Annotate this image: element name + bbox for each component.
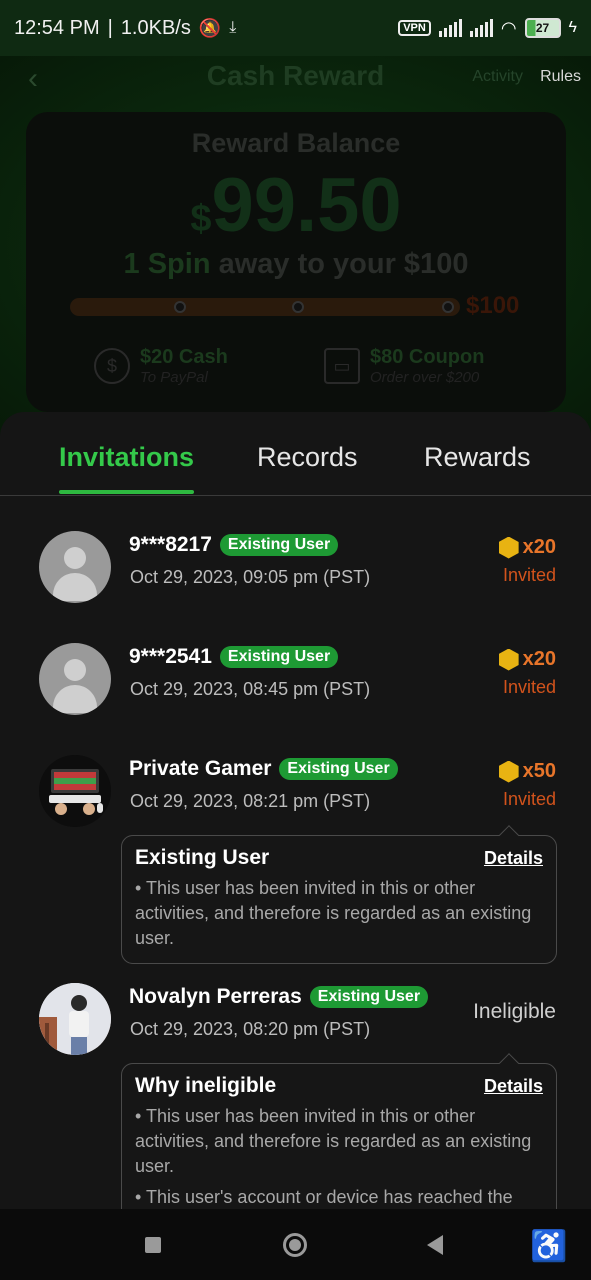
photo-avatar-icon bbox=[39, 983, 111, 1055]
invitations-sheet: Invitations Records Rewards 9***8217 Exis… bbox=[0, 412, 591, 1209]
wifi-icon: ◠ bbox=[500, 17, 517, 38]
reward-count: x20 bbox=[498, 648, 556, 671]
list-item[interactable]: Novalyn Perreras Existing User Oct 29, 20… bbox=[0, 966, 591, 1066]
spin-highlight: 1 Spin bbox=[123, 248, 211, 280]
perk-cash-text: $20 Cash To PayPal bbox=[140, 346, 228, 386]
avatar bbox=[39, 643, 111, 715]
coin-icon bbox=[498, 648, 519, 671]
perk-coupon-sub: Order over $200 bbox=[370, 369, 480, 386]
status-badge: Existing User bbox=[309, 986, 429, 1008]
balance-label: Reward Balance bbox=[191, 128, 401, 158]
balance-amount: $99.50 bbox=[26, 162, 566, 249]
invite-status: Ineligible bbox=[473, 1000, 556, 1023]
tooltip-title: Existing User bbox=[135, 846, 270, 869]
status-badge: Existing User bbox=[279, 758, 398, 780]
rules-link[interactable]: Rules bbox=[540, 68, 581, 86]
balance-value: 99.50 bbox=[211, 163, 402, 248]
progress-marker bbox=[174, 301, 186, 313]
details-link[interactable]: Details bbox=[484, 1076, 543, 1097]
vpn-icon: VPN bbox=[398, 20, 431, 36]
reward-info: x50 Invited bbox=[498, 760, 556, 810]
status-left: 12:54 PM | 1.0KB/s 🔕 ⤓ bbox=[14, 17, 236, 40]
reward-info: x20 Invited bbox=[498, 648, 556, 698]
tooltip-header: Why ineligible Details bbox=[135, 1074, 543, 1098]
gamer-avatar-icon bbox=[39, 755, 111, 827]
signal-icon bbox=[438, 19, 462, 37]
avatar bbox=[39, 531, 111, 603]
coin-icon bbox=[498, 536, 519, 559]
status-right: VPN ◠ 27 ϟ bbox=[398, 18, 577, 39]
perk-cash: $ $20 Cash To PayPal bbox=[94, 346, 228, 386]
background-page: ‹ Cash Reward Activity Rules Reward Bala… bbox=[0, 56, 591, 436]
avatar bbox=[39, 755, 111, 827]
tooltip-text: • This user's account or device has reac… bbox=[135, 1187, 513, 1207]
reward-count: x50 bbox=[498, 760, 556, 783]
user-name: Novalyn Perreras Existing User bbox=[129, 985, 429, 1009]
list-item[interactable]: 9***2541 Existing User Oct 29, 2023, 08:4… bbox=[0, 608, 591, 720]
invite-date: Oct 29, 2023, 08:20 pm (PST) bbox=[130, 1019, 371, 1039]
invite-status: Invited bbox=[502, 677, 556, 697]
progress-marker bbox=[442, 301, 454, 313]
system-nav-bar: ♿ bbox=[0, 1209, 591, 1280]
ineligible-tooltip: Why ineligible Details • This user has b… bbox=[121, 1053, 557, 1209]
progress-marker bbox=[292, 301, 304, 313]
tooltip-title: Why ineligible bbox=[135, 1074, 277, 1097]
perk-cash-sub: To PayPal bbox=[140, 369, 208, 386]
download-icon: ⤓ bbox=[229, 19, 237, 36]
user-name: 9***8217 Existing User bbox=[129, 533, 339, 557]
signal-icon-2 bbox=[469, 19, 493, 37]
battery-icon: 27 bbox=[524, 18, 561, 38]
charging-icon: ϟ bbox=[568, 19, 577, 36]
spin-message: 1 Spin away to your $100 bbox=[26, 248, 566, 281]
progress-goal: $100 bbox=[466, 292, 520, 319]
tab-bar: Invitations Records Rewards bbox=[0, 412, 591, 496]
invite-date: Oct 29, 2023, 08:21 pm (PST) bbox=[130, 791, 371, 811]
tab-rewards[interactable]: Rewards bbox=[424, 442, 531, 473]
reward-count: x20 bbox=[498, 536, 556, 559]
top-nav: ‹ Cash Reward Activity Rules bbox=[0, 56, 591, 100]
existing-user-tooltip: Existing User Details • This user has be… bbox=[121, 825, 557, 964]
recents-button[interactable] bbox=[145, 1237, 161, 1253]
activity-link[interactable]: Activity bbox=[472, 68, 523, 86]
perk-coupon-title: $80 Coupon bbox=[370, 346, 485, 368]
perk-cash-title: $20 Cash bbox=[140, 346, 228, 368]
tab-records[interactable]: Records bbox=[257, 442, 358, 473]
invite-date: Oct 29, 2023, 08:45 pm (PST) bbox=[130, 679, 371, 699]
dollar-icon: $ bbox=[94, 348, 130, 384]
tooltip-text: • This user has been invited in this or … bbox=[135, 1106, 532, 1176]
status-badge: Existing User bbox=[219, 534, 339, 556]
user-name: Private Gamer Existing User bbox=[129, 757, 398, 781]
tab-underline bbox=[59, 490, 194, 494]
coin-icon bbox=[498, 760, 519, 783]
progress-bar bbox=[70, 298, 460, 316]
balance-card: Reward Balance $99.50 1 Spin away to you… bbox=[26, 112, 566, 412]
invite-status: Invited bbox=[502, 565, 556, 585]
user-name: 9***2541 Existing User bbox=[129, 645, 339, 669]
accessibility-icon[interactable]: ♿ bbox=[530, 1229, 567, 1264]
back-button[interactable] bbox=[427, 1235, 443, 1255]
tooltip-header: Existing User Details bbox=[135, 846, 543, 870]
status-time: 12:54 PM bbox=[14, 16, 100, 39]
invite-status: Invited bbox=[502, 789, 556, 809]
invitation-list: 9***8217 Existing User Oct 29, 2023, 09:0… bbox=[0, 496, 591, 1209]
list-item[interactable]: 9***8217 Existing User Oct 29, 2023, 09:0… bbox=[0, 496, 591, 608]
perk-coupon-text: $80 Coupon Order over $200 bbox=[370, 346, 484, 386]
tab-invitations[interactable]: Invitations bbox=[59, 442, 194, 473]
bell-muted-icon: 🔕 bbox=[198, 17, 222, 38]
tooltip-text: • This user has been invited in this or … bbox=[135, 878, 532, 948]
details-link[interactable]: Details bbox=[484, 848, 543, 869]
invite-date: Oct 29, 2023, 09:05 pm (PST) bbox=[130, 567, 371, 587]
status-speed: 1.0KB/s bbox=[120, 16, 191, 39]
spin-rest: away to your $100 bbox=[210, 248, 469, 280]
balance-currency: $ bbox=[190, 198, 212, 240]
status-badge: Existing User bbox=[219, 646, 339, 668]
perk-coupon: ▭ $80 Coupon Order over $200 bbox=[324, 346, 484, 386]
avatar bbox=[39, 983, 111, 1055]
list-item[interactable]: Private Gamer Existing User Oct 29, 2023,… bbox=[0, 720, 591, 832]
reward-info: x20 Invited bbox=[498, 536, 556, 586]
ticket-icon: ▭ bbox=[324, 348, 360, 384]
status-bar: 12:54 PM | 1.0KB/s 🔕 ⤓ VPN ◠ 27 ϟ bbox=[0, 0, 591, 56]
status-separator: | bbox=[107, 16, 113, 39]
home-button[interactable] bbox=[283, 1233, 307, 1257]
